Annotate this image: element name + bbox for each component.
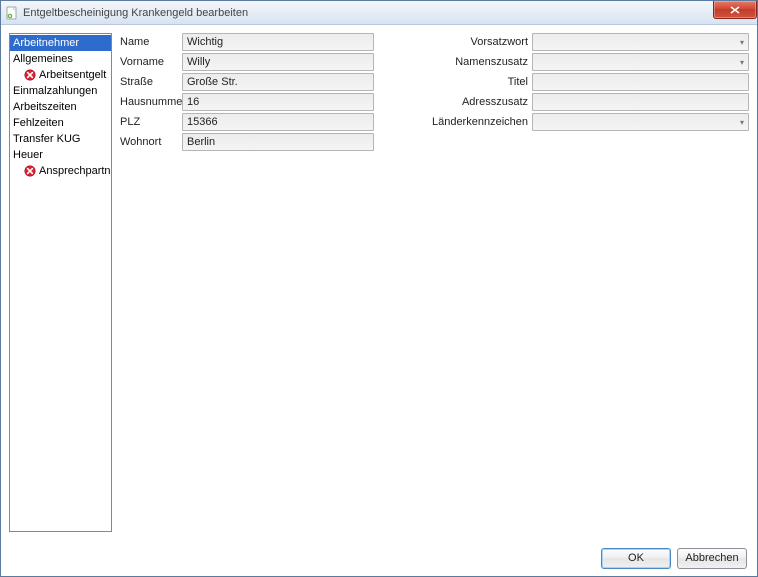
close-icon xyxy=(730,6,740,14)
form-left-column: Name Wichtig Vorname Willy Straße Große … xyxy=(120,33,374,532)
error-icon xyxy=(24,69,36,81)
row-namenszusatz: Namenszusatz ▾ xyxy=(402,53,749,71)
app-icon xyxy=(5,6,19,20)
sidebar-item-label: Heuer xyxy=(13,148,43,162)
content-area: Arbeitnehmer Allgemeines Arbeitsentgelt Ein… xyxy=(1,25,757,540)
combo-namenszusatz[interactable]: ▾ xyxy=(532,53,749,71)
label-vorsatzwort: Vorsatzwort xyxy=(402,36,532,48)
sidebar-item-3[interactable]: Einmalzahlungen xyxy=(10,83,111,99)
input-strasse[interactable]: Große Str. xyxy=(182,73,374,91)
label-hausnummer: Hausnummer xyxy=(120,96,182,108)
combo-laenderkennzeichen[interactable]: ▾ xyxy=(532,113,749,131)
row-name: Name Wichtig xyxy=(120,33,374,51)
sidebar-item-0[interactable]: Arbeitnehmer xyxy=(10,35,111,51)
input-name[interactable]: Wichtig xyxy=(182,33,374,51)
input-wohnort[interactable]: Berlin xyxy=(182,133,374,151)
input-plz[interactable]: 15366 xyxy=(182,113,374,131)
sidebar: Arbeitnehmer Allgemeines Arbeitsentgelt Ein… xyxy=(9,33,112,532)
row-adresszusatz: Adresszusatz xyxy=(402,93,749,111)
sidebar-item-label: Arbeitsentgelt xyxy=(39,68,106,82)
label-name: Name xyxy=(120,36,182,48)
label-laenderkennzeichen: Länderkennzeichen xyxy=(402,116,532,128)
label-titel: Titel xyxy=(402,76,532,88)
sidebar-item-4[interactable]: Arbeitszeiten xyxy=(10,99,111,115)
label-strasse: Straße xyxy=(120,76,182,88)
chevron-down-icon: ▾ xyxy=(738,118,746,127)
sidebar-item-label: Arbeitszeiten xyxy=(13,100,77,114)
row-vorsatzwort: Vorsatzwort ▾ xyxy=(402,33,749,51)
input-hausnummer[interactable]: 16 xyxy=(182,93,374,111)
sidebar-item-label: Einmalzahlungen xyxy=(13,84,97,98)
error-icon xyxy=(24,165,36,177)
close-button[interactable] xyxy=(713,1,757,19)
sidebar-item-label: Arbeitnehmer xyxy=(13,36,79,50)
input-adresszusatz[interactable] xyxy=(532,93,749,111)
sidebar-item-6[interactable]: Transfer KUG xyxy=(10,131,111,147)
sidebar-item-label: Fehlzeiten xyxy=(13,116,64,130)
titlebar: Entgeltbescheinigung Krankengeld bearbei… xyxy=(1,1,757,25)
label-adresszusatz: Adresszusatz xyxy=(402,96,532,108)
sidebar-item-2[interactable]: Arbeitsentgelt xyxy=(10,67,111,83)
row-laenderkennzeichen: Länderkennzeichen ▾ xyxy=(402,113,749,131)
sidebar-item-8[interactable]: Ansprechpartner xyxy=(10,163,111,179)
sidebar-item-label: Ansprechpartner xyxy=(39,164,112,178)
row-hausnummer: Hausnummer 16 xyxy=(120,93,374,111)
chevron-down-icon: ▾ xyxy=(738,58,746,67)
ok-button[interactable]: OK xyxy=(601,548,671,569)
label-wohnort: Wohnort xyxy=(120,136,182,148)
form-right-column: Vorsatzwort ▾ Namenszusatz ▾ Titel Adres… xyxy=(402,33,749,532)
row-wohnort: Wohnort Berlin xyxy=(120,133,374,151)
row-strasse: Straße Große Str. xyxy=(120,73,374,91)
sidebar-item-5[interactable]: Fehlzeiten xyxy=(10,115,111,131)
footer: OK Abbrechen xyxy=(1,540,757,576)
combo-vorsatzwort[interactable]: ▾ xyxy=(532,33,749,51)
row-vorname: Vorname Willy xyxy=(120,53,374,71)
sidebar-item-label: Transfer KUG xyxy=(13,132,80,146)
label-namenszusatz: Namenszusatz xyxy=(402,56,532,68)
cancel-button[interactable]: Abbrechen xyxy=(677,548,747,569)
main-form: Name Wichtig Vorname Willy Straße Große … xyxy=(120,33,749,532)
sidebar-item-1[interactable]: Allgemeines xyxy=(10,51,111,67)
sidebar-item-7[interactable]: Heuer xyxy=(10,147,111,163)
sidebar-item-label: Allgemeines xyxy=(13,52,73,66)
window-title: Entgeltbescheinigung Krankengeld bearbei… xyxy=(23,7,248,19)
chevron-down-icon: ▾ xyxy=(738,38,746,47)
input-vorname[interactable]: Willy xyxy=(182,53,374,71)
row-titel: Titel xyxy=(402,73,749,91)
input-titel[interactable] xyxy=(532,73,749,91)
label-plz: PLZ xyxy=(120,116,182,128)
label-vorname: Vorname xyxy=(120,56,182,68)
row-plz: PLZ 15366 xyxy=(120,113,374,131)
